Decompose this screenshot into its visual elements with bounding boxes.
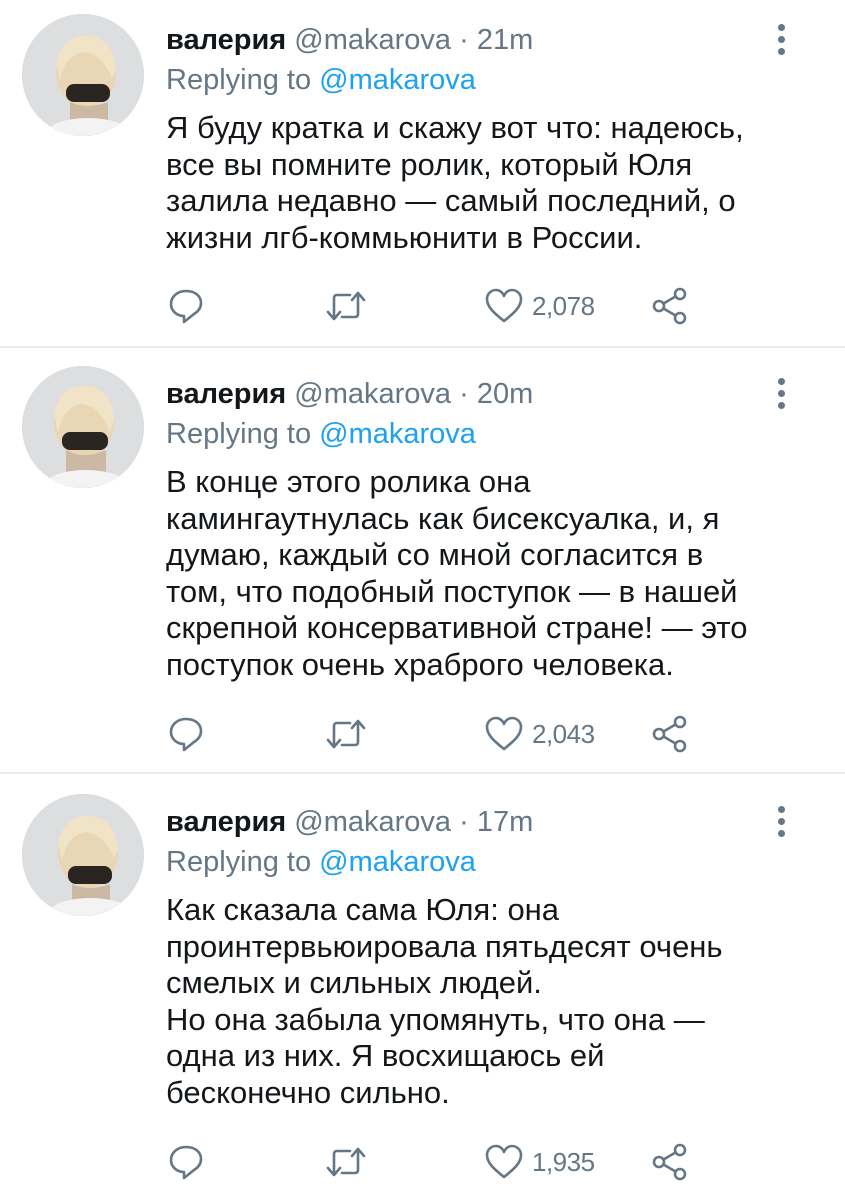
like-count: 2,043 <box>532 718 595 749</box>
divider <box>0 346 845 348</box>
reply-button[interactable] <box>166 712 206 756</box>
like-icon <box>485 288 523 323</box>
tweet-time[interactable]: 17m <box>477 806 533 838</box>
avatar[interactable] <box>22 14 144 136</box>
like-button[interactable]: 2,078 <box>484 284 595 328</box>
author-name[interactable]: валерия <box>166 378 286 410</box>
separator: · <box>459 378 469 410</box>
tweet-actions: 1,935 <box>166 1140 726 1184</box>
share-button[interactable] <box>650 1140 690 1184</box>
tweet[interactable]: валерия @makarova · 20m Replying to @mak… <box>0 354 845 772</box>
share-icon <box>652 287 687 325</box>
retweet-icon <box>326 291 366 321</box>
replying-to: Replying to @makarova <box>166 62 476 98</box>
author-handle[interactable]: @makarova <box>294 24 451 56</box>
like-icon <box>485 716 523 751</box>
like-count: 1,935 <box>532 1146 595 1177</box>
like-button[interactable]: 2,043 <box>484 712 595 756</box>
retweet-icon <box>326 1147 366 1177</box>
share-button[interactable] <box>650 284 690 328</box>
like-button[interactable]: 1,935 <box>484 1140 595 1184</box>
share-button[interactable] <box>650 712 690 756</box>
author-handle[interactable]: @makarova <box>294 806 451 838</box>
replying-prefix: Replying to <box>166 846 312 878</box>
reply-icon <box>169 289 203 324</box>
retweet-button[interactable] <box>324 284 368 328</box>
separator: · <box>459 24 469 56</box>
reply-button[interactable] <box>166 284 206 328</box>
divider <box>0 772 845 774</box>
tweet[interactable]: валерия @makarova · 17m Replying to @mak… <box>0 782 845 1200</box>
tweet-thread: валерия @makarova · 21m Replying to @mak… <box>0 0 845 1200</box>
like-count: 2,078 <box>532 290 595 321</box>
replying-to: Replying to @makarova <box>166 844 476 880</box>
replying-prefix: Replying to <box>166 418 312 450</box>
share-icon <box>652 1143 687 1181</box>
tweet-text: В конце этого ролика она камингаутнулась… <box>166 464 748 682</box>
replying-mention[interactable]: @makarova <box>319 418 476 450</box>
retweet-button[interactable] <box>324 1140 368 1184</box>
more-vertical-icon[interactable] <box>770 374 794 414</box>
author-name[interactable]: валерия <box>166 806 286 838</box>
retweet-button[interactable] <box>324 712 368 756</box>
retweet-icon <box>326 719 366 749</box>
tweet-actions: 2,043 <box>166 712 726 756</box>
reply-icon <box>169 1145 203 1180</box>
reply-button[interactable] <box>166 1140 206 1184</box>
avatar-image <box>22 14 144 136</box>
tweet-time[interactable]: 21m <box>477 24 533 56</box>
author-handle[interactable]: @makarova <box>294 378 451 410</box>
tweet[interactable]: валерия @makarova · 21m Replying to @mak… <box>0 0 845 346</box>
tweet-header: валерия @makarova · 20m <box>166 376 533 412</box>
replying-mention[interactable]: @makarova <box>319 64 476 96</box>
tweet-actions: 2,078 <box>166 284 726 328</box>
tweet-time[interactable]: 20m <box>477 378 533 410</box>
more-vertical-icon[interactable] <box>770 20 794 60</box>
replying-prefix: Replying to <box>166 64 312 96</box>
author-name[interactable]: валерия <box>166 24 286 56</box>
reply-icon <box>169 717 203 752</box>
tweet-text: Я буду кратка и скажу вот что: надеюсь, … <box>166 110 744 255</box>
tweet-text: Как сказала сама Юля: она проинтервьюиро… <box>166 892 723 1110</box>
avatar-image <box>22 794 144 916</box>
tweet-header: валерия @makarova · 17m <box>166 804 533 840</box>
separator: · <box>459 806 469 838</box>
avatar[interactable] <box>22 794 144 916</box>
avatar-image <box>22 366 144 488</box>
like-icon <box>485 1144 523 1179</box>
replying-to: Replying to @makarova <box>166 416 476 452</box>
replying-mention[interactable]: @makarova <box>319 846 476 878</box>
avatar[interactable] <box>22 366 144 488</box>
share-icon <box>652 715 687 753</box>
more-vertical-icon[interactable] <box>770 802 794 842</box>
tweet-header: валерия @makarova · 21m <box>166 22 533 58</box>
